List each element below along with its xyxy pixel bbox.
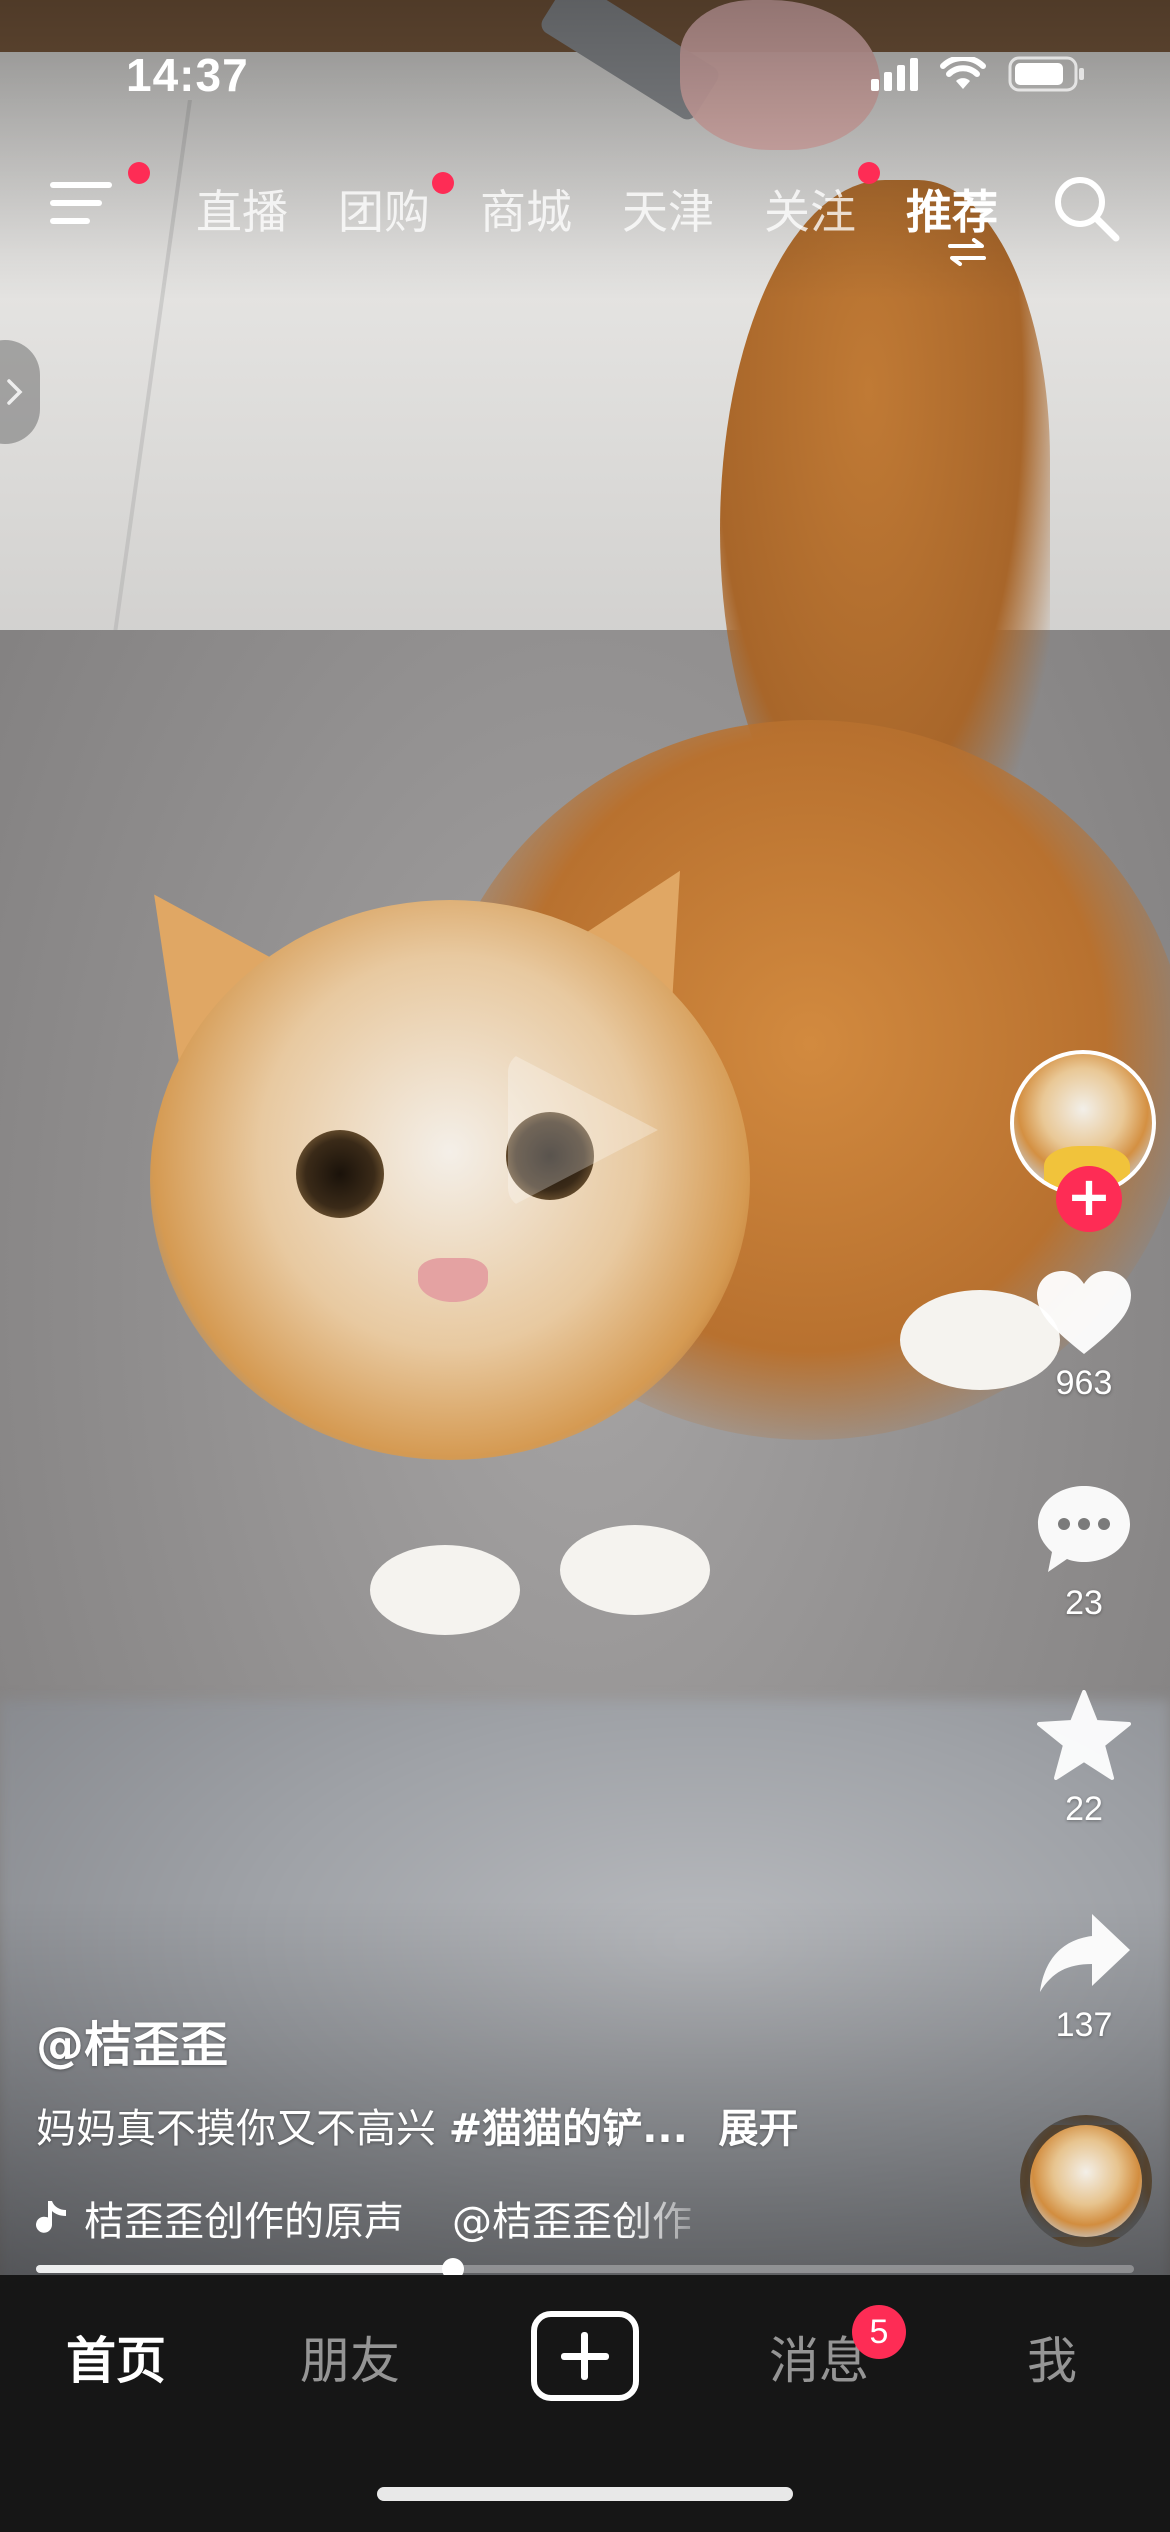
- video-player[interactable]: [0, 0, 1170, 2275]
- tab-live-label: 直播: [196, 185, 288, 239]
- cat-head: [150, 900, 750, 1460]
- comment-count: 23: [1065, 1584, 1103, 1622]
- notification-dot: [432, 172, 454, 194]
- tab-following-label: 关注: [764, 185, 856, 239]
- search-icon: [1055, 177, 1120, 242]
- tab-friends[interactable]: 朋友: [300, 2321, 400, 2393]
- cat-paw: [370, 1545, 520, 1635]
- music-info[interactable]: 桔歪歪创作的原声 @桔歪歪创作: [36, 2190, 726, 2246]
- like-count: 963: [1055, 1364, 1113, 1402]
- music-note-icon: [36, 2201, 66, 2233]
- comment-icon: [1038, 1486, 1130, 1572]
- follow-button[interactable]: +: [1056, 1166, 1122, 1232]
- video-description: 妈妈真不摸你又不高兴 #猫猫的铲... 展开: [36, 2096, 799, 2154]
- tab-me[interactable]: 我: [1027, 2321, 1077, 2393]
- tab-mall-label: 商城: [480, 185, 572, 239]
- messages-badge: 5: [852, 2305, 906, 2359]
- tab-local-city[interactable]: 天津: [622, 176, 714, 242]
- author-name[interactable]: @桔歪歪: [36, 2005, 228, 2075]
- video-progress-bar[interactable]: [36, 2258, 1134, 2280]
- notification-dot: [858, 162, 880, 184]
- notification-dot: [128, 162, 150, 184]
- menu-icon: [50, 182, 112, 188]
- top-tabs: 直播 团购 商城 天津 关注 推荐: [196, 162, 998, 266]
- wifi-icon: [940, 57, 986, 91]
- menu-icon-line: [50, 218, 90, 224]
- tab-following[interactable]: 关注: [764, 162, 880, 242]
- chevron-right-icon: [7, 379, 23, 405]
- author-avatar-button[interactable]: +: [1010, 1050, 1158, 1232]
- tab-group-buy-label: 团购: [338, 185, 430, 239]
- music-author: @桔歪歪创作: [452, 2199, 692, 2245]
- favorite-button[interactable]: 22: [1010, 1688, 1158, 1829]
- description-text: 妈妈真不摸你又不高兴: [36, 2106, 436, 2152]
- progress-fill: [36, 2265, 454, 2273]
- switch-arrows-icon: [948, 238, 986, 266]
- bottom-tab-bar: 首页 朋友 消息 5 我: [0, 2275, 1170, 2532]
- cat-paw: [560, 1525, 710, 1615]
- top-gradient: [0, 0, 1170, 300]
- tab-mall[interactable]: 商城: [480, 176, 572, 242]
- menu-icon-line: [50, 200, 102, 206]
- cat-eye-left: [296, 1130, 384, 1218]
- side-drawer-handle[interactable]: [0, 340, 40, 444]
- play-icon[interactable]: [508, 1052, 658, 1208]
- expand-link[interactable]: 展开: [719, 2106, 799, 2152]
- search-button[interactable]: [1052, 174, 1122, 248]
- create-plus-button[interactable]: [531, 2311, 639, 2401]
- tab-local-city-label: 天津: [622, 185, 714, 239]
- menu-button[interactable]: [50, 162, 150, 234]
- cat-nose: [418, 1258, 488, 1302]
- tab-recommended[interactable]: 推荐: [906, 176, 998, 266]
- star-icon: [1037, 1690, 1131, 1780]
- home-indicator[interactable]: [377, 2487, 793, 2501]
- comment-button[interactable]: 23: [1010, 1482, 1158, 1623]
- tab-recommended-label: 推荐: [906, 185, 998, 239]
- cellular-signal-icon: [871, 57, 918, 91]
- status-time: 14:37: [126, 49, 249, 101]
- music-disc[interactable]: [1020, 2115, 1152, 2247]
- like-button[interactable]: 963: [1010, 1268, 1158, 1403]
- battery-icon: [1008, 56, 1086, 92]
- tab-live[interactable]: 直播: [196, 176, 288, 242]
- heart-icon: [1037, 1271, 1131, 1354]
- hashtag-link[interactable]: #猫猫的铲...: [449, 2106, 688, 2152]
- tab-home[interactable]: 首页: [66, 2321, 166, 2393]
- share-arrow-icon: [1040, 1914, 1130, 1992]
- share-count: 137: [1055, 2006, 1113, 2044]
- tab-group-buy[interactable]: 团购: [338, 172, 454, 242]
- share-button[interactable]: 137: [1010, 1908, 1158, 2045]
- music-title: 桔歪歪创作的原声: [84, 2199, 404, 2245]
- status-icons: [871, 56, 1086, 92]
- favorite-count: 22: [1065, 1790, 1103, 1828]
